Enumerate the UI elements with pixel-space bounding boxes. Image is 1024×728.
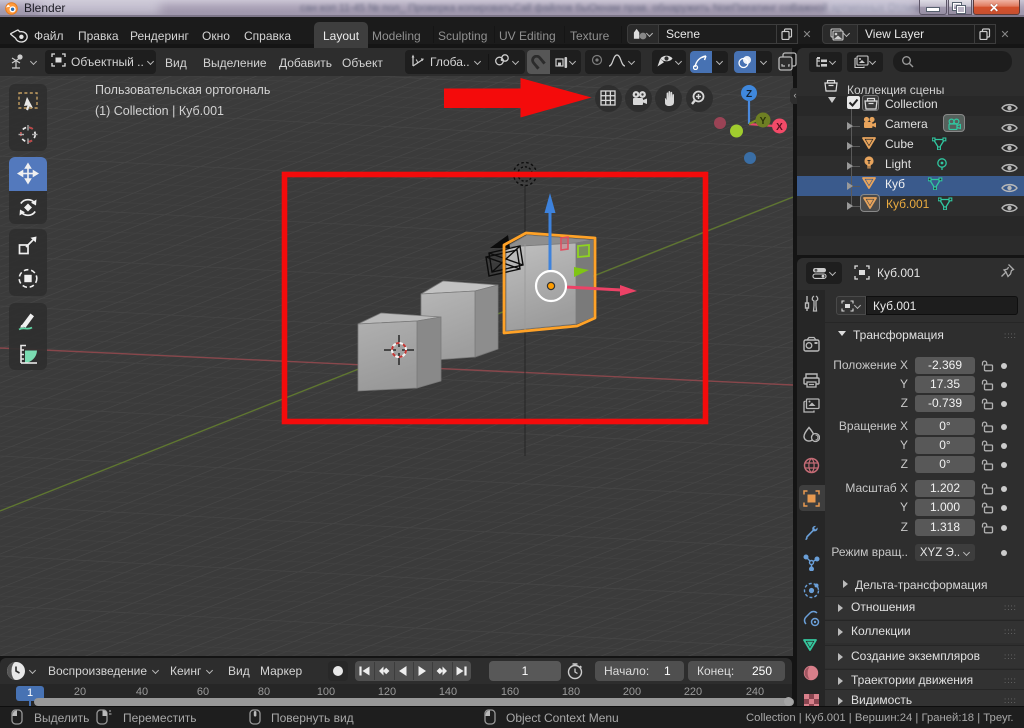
svg-text:X: X [776,122,783,133]
svg-text:Z: Z [746,89,752,100]
svg-text:Y: Y [760,116,767,127]
